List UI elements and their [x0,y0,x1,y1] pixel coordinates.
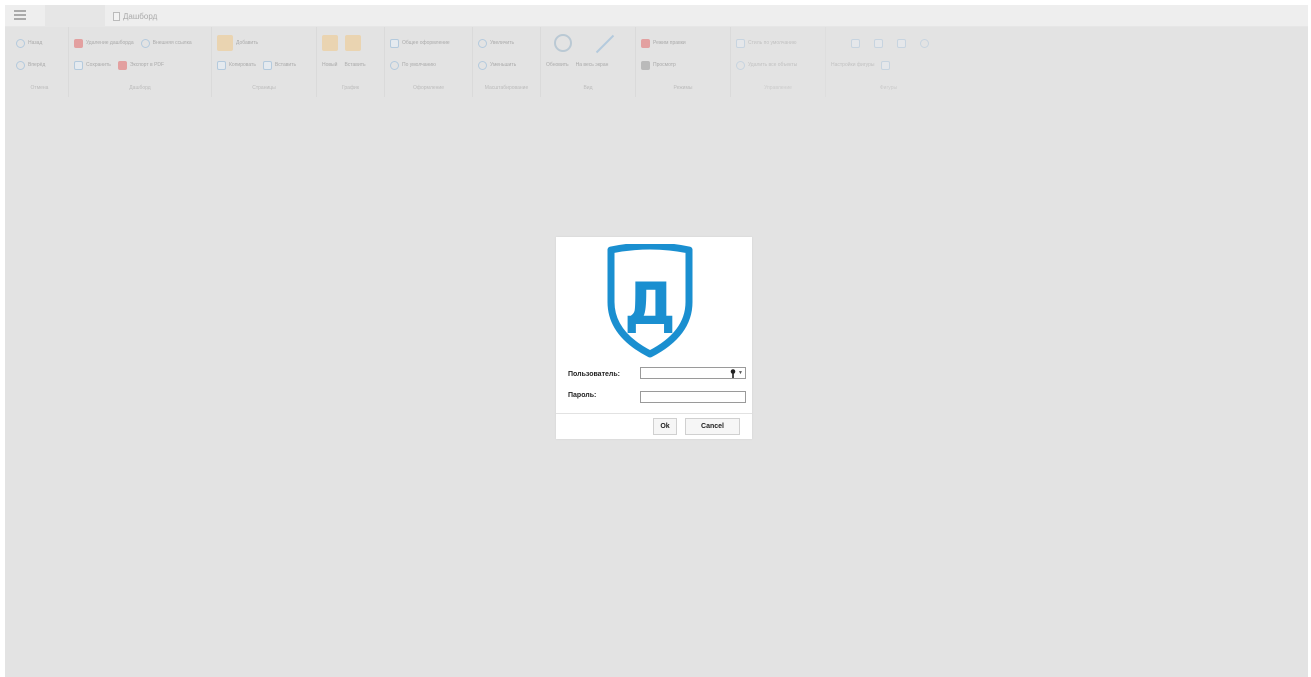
delete-icon [74,38,83,48]
link-icon [140,38,150,48]
pencil-shape-button[interactable] [881,60,891,70]
ribbon-group-label: Оформление [412,85,445,91]
delete-dashboard-button[interactable]: Удаление дашборда [74,38,134,48]
ribbon-group-label: Фигуры [879,85,898,91]
ribbon-toolbar: Назад Вперёд Отмена Удаление дашборда Вн… [5,27,1308,97]
document-icon [113,11,120,21]
edit-mode-button[interactable]: Режим правки [641,38,686,48]
logo-letter: Д [624,270,676,338]
ribbon-group-chart: Новый Вставить График [317,27,385,97]
save-icon [74,60,83,70]
chevron-down-icon[interactable]: ▼ [738,370,743,376]
add-page-icon [217,35,233,51]
user-select[interactable]: ▼ [640,367,746,379]
fullscreen-button[interactable]: На весь экран [576,62,609,68]
ribbon-group-label: Страницы [252,85,276,91]
paste-chart-icon [345,35,361,51]
pencil-icon [881,60,891,70]
rectangle-icon [897,38,906,48]
home-tab[interactable] [45,5,105,27]
ribbon-group-label: Отмена [30,85,49,91]
ribbon-group-shapes: Настройки фигуры Фигуры [826,27,951,97]
shape-settings-button[interactable]: Настройки фигуры [831,62,874,68]
save-button[interactable]: Сохранить [74,60,111,70]
external-link-button[interactable]: Внешняя ссылка [140,38,192,48]
style-icon [736,38,745,48]
palette-icon [390,38,399,48]
ribbon-group-modes: Режим правки Просмотр Режимы [636,27,731,97]
add-page-button[interactable]: Добавить [217,35,258,51]
key-icon [730,369,736,378]
line-shape-button[interactable] [874,38,883,48]
password-field[interactable] [640,391,746,403]
delete-all-objects-button[interactable]: Удалить все объекты [736,60,797,70]
zoom-in-icon [478,38,487,48]
hamburger-menu-icon[interactable] [14,10,26,21]
ok-button[interactable]: Ok [653,418,677,435]
edit-mode-icon [641,38,650,48]
ellipse-icon [920,38,929,48]
paste-chart-button[interactable]: Вставить [344,62,365,68]
paste-icon [262,60,272,70]
undo-icon [16,38,25,48]
ellipse-shape-button[interactable] [920,38,929,48]
ribbon-group-label: Вид [583,85,593,91]
ribbon-group-dashboard: Удаление дашборда Внешняя ссылка Сохрани… [69,27,212,97]
default-style-manage-button[interactable]: Стиль по умолчанию [736,38,797,48]
refresh-icon [554,34,572,52]
zoom-out-button[interactable]: Уменьшить [478,60,516,70]
fullscreen-icon [596,34,614,52]
user-label: Пользователь: [568,371,620,378]
password-label: Пароль: [568,392,597,399]
default-style-button[interactable]: По умолчанию [390,60,436,70]
ribbon-group-label: Управление [764,85,792,91]
export-pdf-button[interactable]: Экспорт в PDF [117,60,164,70]
ribbon-group-manage: Стиль по умолчанию Удалить все объекты У… [731,27,826,97]
delete-all-icon [736,60,745,70]
dialog-divider [556,413,752,414]
view-mode-button[interactable]: Просмотр [641,60,676,70]
login-dialog: Д Пользователь: ▼ Пароль: Ok Cancel [556,237,752,439]
shield-logo-icon: Д [607,244,693,358]
paste-page-button[interactable]: Вставить [262,60,296,70]
ribbon-group-label: Дашборд [129,85,151,91]
reset-icon [390,60,399,70]
tab-dashboard-label: Дашборд [123,11,158,21]
copy-page-button[interactable]: Копировать [217,60,256,70]
ribbon-group-label: Масштабирование [484,85,529,91]
zoom-in-button[interactable]: Увеличить [478,38,514,48]
new-chart-icon [322,35,338,51]
zoom-out-icon [478,60,487,70]
redo-icon [16,60,25,70]
tab-dashboard[interactable]: Дашборд [113,9,157,23]
ribbon-group-zoom: Увеличить Уменьшить Масштабирование [473,27,541,97]
view-mode-icon [641,60,650,70]
ribbon-group-label: График [341,85,360,91]
line-icon [874,38,883,48]
rect-shape-button[interactable] [897,38,906,48]
ribbon-group-pages: Добавить Копировать Вставить Страницы [212,27,317,97]
title-bar: Дашборд [5,5,1308,27]
new-chart-button[interactable]: Новый [322,62,337,68]
refresh-button[interactable]: Обновить [546,62,569,68]
copy-icon [217,60,226,70]
redo-button[interactable]: Вперёд [16,60,45,70]
ribbon-group-view: Обновить На весь экран Вид [541,27,636,97]
pdf-icon [117,60,127,70]
ribbon-group-label: Режимы [673,85,693,91]
shapes-icon [851,38,860,48]
ribbon-group-undo: Назад Вперёд Отмена [11,27,69,97]
cancel-button[interactable]: Cancel [685,418,740,435]
ribbon-group-style: Общее оформление По умолчанию Оформление [385,27,473,97]
undo-button[interactable]: Назад [16,38,42,48]
general-style-button[interactable]: Общее оформление [390,38,450,48]
